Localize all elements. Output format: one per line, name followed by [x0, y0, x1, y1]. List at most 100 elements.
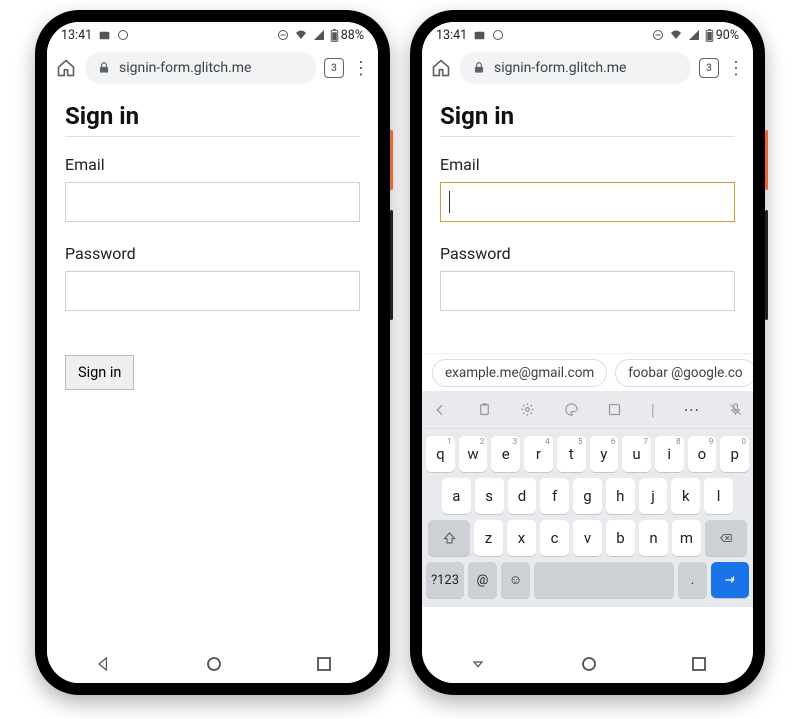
sign-in-button[interactable]: Sign in — [65, 355, 134, 390]
key-f[interactable]: f — [540, 478, 569, 514]
text-cursor — [449, 191, 450, 213]
kebab-menu-icon[interactable]: ⋮ — [352, 58, 370, 79]
page-content: Sign in Email Password Sign in example.m… — [422, 88, 753, 645]
key-m[interactable]: m — [672, 520, 701, 556]
lock-icon — [472, 61, 486, 75]
dnd-icon — [277, 29, 289, 41]
password-field[interactable] — [440, 271, 735, 311]
home-nav-icon[interactable] — [581, 656, 597, 672]
keyboard-toolbar: | ⋯ — [422, 391, 753, 429]
phone-right: 13:41 90% signin-form.glitch.me 3 — [410, 10, 765, 695]
password-field[interactable] — [65, 271, 360, 311]
key-l[interactable]: l — [704, 478, 733, 514]
status-time: 13:41 — [61, 28, 92, 43]
messages-icon — [98, 29, 111, 42]
gear-icon[interactable] — [520, 402, 535, 417]
period-key[interactable]: . — [678, 562, 707, 598]
lock-icon — [97, 61, 111, 75]
key-z[interactable]: z — [474, 520, 503, 556]
sync-icon — [492, 29, 504, 41]
dnd-icon — [652, 29, 664, 41]
status-time: 13:41 — [436, 28, 467, 43]
tab-count[interactable]: 3 — [324, 58, 344, 78]
key-p[interactable]: p0 — [720, 436, 749, 472]
sync-icon — [117, 29, 129, 41]
browser-toolbar: signin-form.glitch.me 3 ⋮ — [47, 48, 378, 88]
key-h[interactable]: h — [606, 478, 635, 514]
key-o[interactable]: o9 — [688, 436, 717, 472]
chevron-left-icon[interactable] — [432, 402, 448, 418]
shift-key[interactable] — [428, 520, 470, 556]
key-e[interactable]: e3 — [491, 436, 520, 472]
sticker-icon[interactable] — [607, 402, 622, 417]
signal-icon — [688, 29, 700, 41]
key-r[interactable]: r4 — [524, 436, 553, 472]
key-a[interactable]: a — [442, 478, 471, 514]
key-v[interactable]: v — [573, 520, 602, 556]
email-label: Email — [65, 155, 360, 174]
space-key[interactable] — [534, 562, 674, 598]
clipboard-icon[interactable] — [477, 402, 492, 417]
emoji-key[interactable]: ☺ — [501, 562, 530, 598]
tab-count[interactable]: 3 — [699, 58, 719, 78]
status-bar: 13:41 88% — [47, 22, 378, 48]
key-d[interactable]: d — [508, 478, 537, 514]
back-icon[interactable] — [95, 656, 111, 672]
home-icon[interactable] — [430, 57, 452, 79]
recents-icon[interactable] — [317, 657, 331, 671]
autofill-chip[interactable]: foobar @google.co — [615, 359, 753, 387]
symbols-key[interactable]: ?123 — [426, 562, 464, 598]
autofill-chip[interactable]: example.me@gmail.com — [432, 359, 607, 387]
email-label: Email — [440, 155, 735, 174]
battery-indicator: 88% — [330, 28, 364, 43]
palette-icon[interactable] — [564, 402, 579, 417]
battery-indicator: 90% — [705, 28, 739, 43]
wifi-icon — [294, 29, 308, 41]
kebab-menu-icon[interactable]: ⋮ — [727, 58, 745, 79]
at-key[interactable]: @ — [468, 562, 497, 598]
on-screen-keyboard: | ⋯ q1w2e3r4t5y6u7i8o9p0 asdfghjkl zxcvb… — [422, 391, 753, 607]
signal-icon — [313, 29, 325, 41]
key-w[interactable]: w2 — [459, 436, 488, 472]
url-text: signin-form.glitch.me — [494, 60, 626, 76]
key-b[interactable]: b — [606, 520, 635, 556]
home-nav-icon[interactable] — [206, 656, 222, 672]
key-y[interactable]: y6 — [590, 436, 619, 472]
page-content: Sign in Email Password Sign in — [47, 88, 378, 645]
key-q[interactable]: q1 — [426, 436, 455, 472]
password-label: Password — [65, 244, 360, 263]
key-t[interactable]: t5 — [557, 436, 586, 472]
key-g[interactable]: g — [573, 478, 602, 514]
more-icon[interactable]: ⋯ — [683, 400, 699, 419]
key-u[interactable]: u7 — [622, 436, 651, 472]
recents-icon[interactable] — [692, 657, 706, 671]
enter-key[interactable] — [711, 562, 749, 598]
key-c[interactable]: c — [540, 520, 569, 556]
key-i[interactable]: i8 — [655, 436, 684, 472]
phone-left: 13:41 88% signin-form.glitch.me 3 — [35, 10, 390, 695]
key-s[interactable]: s — [475, 478, 504, 514]
url-text: signin-form.glitch.me — [119, 60, 251, 76]
key-n[interactable]: n — [639, 520, 668, 556]
status-bar: 13:41 90% — [422, 22, 753, 48]
url-bar[interactable]: signin-form.glitch.me — [460, 52, 691, 84]
messages-icon — [473, 29, 486, 42]
backspace-key[interactable] — [705, 520, 747, 556]
home-icon[interactable] — [55, 57, 77, 79]
key-k[interactable]: k — [671, 478, 700, 514]
autofill-suggestions: example.me@gmail.com foobar @google.co — [422, 353, 753, 391]
email-field[interactable] — [65, 182, 360, 222]
page-title: Sign in — [65, 102, 360, 130]
keyboard-dismiss-icon[interactable] — [470, 656, 486, 672]
wifi-icon — [669, 29, 683, 41]
password-label: Password — [440, 244, 735, 263]
email-field[interactable] — [440, 182, 735, 222]
key-x[interactable]: x — [507, 520, 536, 556]
url-bar[interactable]: signin-form.glitch.me — [85, 52, 316, 84]
page-title: Sign in — [440, 102, 735, 130]
key-j[interactable]: j — [639, 478, 668, 514]
mic-off-icon[interactable] — [728, 402, 743, 417]
divider — [65, 136, 360, 137]
divider — [440, 136, 735, 137]
android-nav-bar — [422, 645, 753, 683]
